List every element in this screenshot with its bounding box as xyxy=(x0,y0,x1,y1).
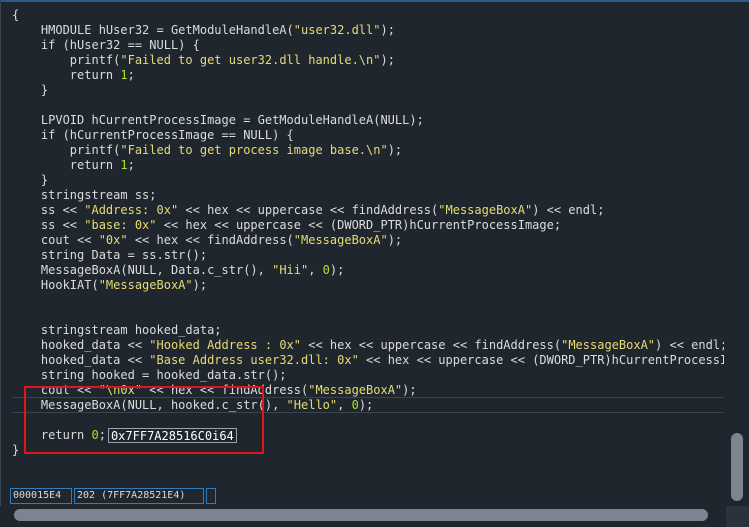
code-line[interactable]: } xyxy=(12,83,724,98)
code-line[interactable]: if (hUser32 == NULL) { xyxy=(12,38,724,53)
code-line[interactable]: HookIAT("MessageBoxA"); xyxy=(12,278,724,293)
code-token: ); xyxy=(329,263,345,277)
number-literal: 0 xyxy=(322,263,330,277)
code-line[interactable]: return 1; xyxy=(12,158,724,173)
number-literal: 0 xyxy=(351,398,359,412)
code-line[interactable]: MessageBoxA(NULL, Data.c_str(), "Hii", 0… xyxy=(12,263,724,278)
code-token: LPVOID hCurrentProcessImage = GetModuleH… xyxy=(12,113,424,127)
code-token: HookIAT( xyxy=(12,278,99,292)
code-token: ); xyxy=(402,383,417,397)
code-token: ss << xyxy=(12,218,85,232)
code-token: , xyxy=(308,263,323,277)
status-extra xyxy=(206,488,216,504)
string-literal: "Failed to get process image base.\n" xyxy=(120,143,388,157)
status-position: 202 (7FF7A28521E4) xyxy=(74,488,204,504)
code-token: ) << endl; xyxy=(532,203,605,217)
code-line[interactable]: stringstream ss; xyxy=(12,188,724,203)
horizontal-scrollbar-thumb[interactable] xyxy=(14,509,708,521)
code-token: hooked_data << xyxy=(12,353,150,367)
code-token: } xyxy=(12,83,49,97)
code-token: << hex << uppercase << findAddress( xyxy=(301,338,562,352)
code-token: ); xyxy=(380,23,395,37)
code-token: ) << endl; xyxy=(655,338,724,352)
red-highlight-box xyxy=(24,386,264,454)
string-literal: "Address: 0x" xyxy=(84,203,179,217)
code-token: { xyxy=(12,8,20,22)
string-literal: "MessageBoxA" xyxy=(293,233,388,247)
code-line[interactable]: stringstream hooked_data; xyxy=(12,323,724,338)
code-line[interactable]: if (hCurrentProcessImage == NULL) { xyxy=(12,128,724,143)
code-token: return xyxy=(12,68,121,82)
code-line[interactable]: printf("Failed to get process image base… xyxy=(12,143,724,158)
code-token: string hooked = hooked_data.str(); xyxy=(12,368,287,382)
code-line[interactable]: string hooked = hooked_data.str(); xyxy=(12,368,724,383)
code-line[interactable] xyxy=(12,98,724,113)
code-line[interactable]: ss << "Address: 0x" << hex << uppercase … xyxy=(12,203,724,218)
scrollbar-corner xyxy=(726,506,749,527)
code-token: << hex << findAddress( xyxy=(127,233,294,247)
code-token: HMODULE hUser32 = GetModuleHandleA( xyxy=(12,23,294,37)
string-literal: "MessageBoxA" xyxy=(308,383,403,397)
string-literal: "MessageBoxA" xyxy=(561,338,656,352)
string-literal: "Failed to get user32.dll handle.\n" xyxy=(120,53,381,67)
code-token: ); xyxy=(387,143,403,157)
code-line[interactable]: LPVOID hCurrentProcessImage = GetModuleH… xyxy=(12,113,724,128)
string-literal: "Base Address user32.dll: 0x" xyxy=(149,353,359,367)
status-offset: 000015E4 xyxy=(10,488,72,504)
string-literal: "MessageBoxA" xyxy=(98,278,193,292)
code-line[interactable]: hooked_data << "Base Address user32.dll:… xyxy=(12,353,724,368)
code-token: stringstream ss; xyxy=(12,188,157,202)
code-line[interactable] xyxy=(12,293,724,308)
code-token: ); xyxy=(387,233,403,247)
code-token: ); xyxy=(358,398,374,412)
code-token: printf( xyxy=(12,143,121,157)
code-token: ; xyxy=(127,68,135,82)
code-token: << hex << uppercase << findAddress( xyxy=(178,203,439,217)
code-token: MessageBoxA(NULL, Data.c_str(), xyxy=(12,263,273,277)
code-line[interactable]: } xyxy=(12,173,724,188)
editor-left-border xyxy=(0,0,1,527)
code-token: hooked_data << xyxy=(12,338,150,352)
string-literal: "user32.dll" xyxy=(293,23,381,37)
editor-top-border xyxy=(0,0,749,2)
code-token: , xyxy=(337,398,352,412)
code-line[interactable]: printf("Failed to get user32.dll handle.… xyxy=(12,53,724,68)
code-token: } xyxy=(12,443,20,457)
code-token: } xyxy=(12,173,49,187)
code-token: ; xyxy=(127,158,135,172)
code-line[interactable]: string Data = ss.str(); xyxy=(12,248,724,263)
code-line[interactable] xyxy=(12,308,724,323)
code-token: ); xyxy=(192,278,208,292)
string-literal: "Hii" xyxy=(272,263,309,277)
code-token: cout << xyxy=(12,233,99,247)
string-literal: "Hooked Address : 0x" xyxy=(149,338,301,352)
string-literal: "Hello" xyxy=(286,398,338,412)
code-line[interactable]: return 1; xyxy=(12,68,724,83)
code-token: string Data = ss.str(); xyxy=(12,248,208,262)
code-token: ss << xyxy=(12,203,85,217)
code-token: stringstream hooked_data; xyxy=(12,323,222,337)
number-literal: 1 xyxy=(120,68,128,82)
code-editor[interactable]: { HMODULE hUser32 = GetModuleHandleA("us… xyxy=(0,0,749,527)
string-literal: "0x" xyxy=(98,233,128,247)
code-token: if (hCurrentProcessImage == NULL) { xyxy=(12,128,294,142)
code-token: if (hUser32 == NULL) { xyxy=(12,38,200,52)
number-literal: 1 xyxy=(120,158,128,172)
code-token: return xyxy=(12,158,121,172)
string-literal: "MessageBoxA" xyxy=(438,203,533,217)
code-line[interactable]: cout << "0x" << hex << findAddress("Mess… xyxy=(12,233,724,248)
vertical-scrollbar[interactable] xyxy=(726,2,749,502)
vertical-scrollbar-thumb[interactable] xyxy=(731,433,743,501)
code-line[interactable]: hooked_data << "Hooked Address : 0x" << … xyxy=(12,338,724,353)
code-line[interactable]: { xyxy=(12,8,724,23)
code-token: ); xyxy=(380,53,395,67)
code-token: printf( xyxy=(12,53,121,67)
code-token: << hex << uppercase << (DWORD_PTR)hCurre… xyxy=(156,218,562,232)
code-line[interactable]: HMODULE hUser32 = GetModuleHandleA("user… xyxy=(12,23,724,38)
string-literal: "base: 0x" xyxy=(84,218,157,232)
code-token: << hex << uppercase << (DWORD_PTR)hCurre… xyxy=(358,353,724,367)
code-line[interactable]: ss << "base: 0x" << hex << uppercase << … xyxy=(12,218,724,233)
